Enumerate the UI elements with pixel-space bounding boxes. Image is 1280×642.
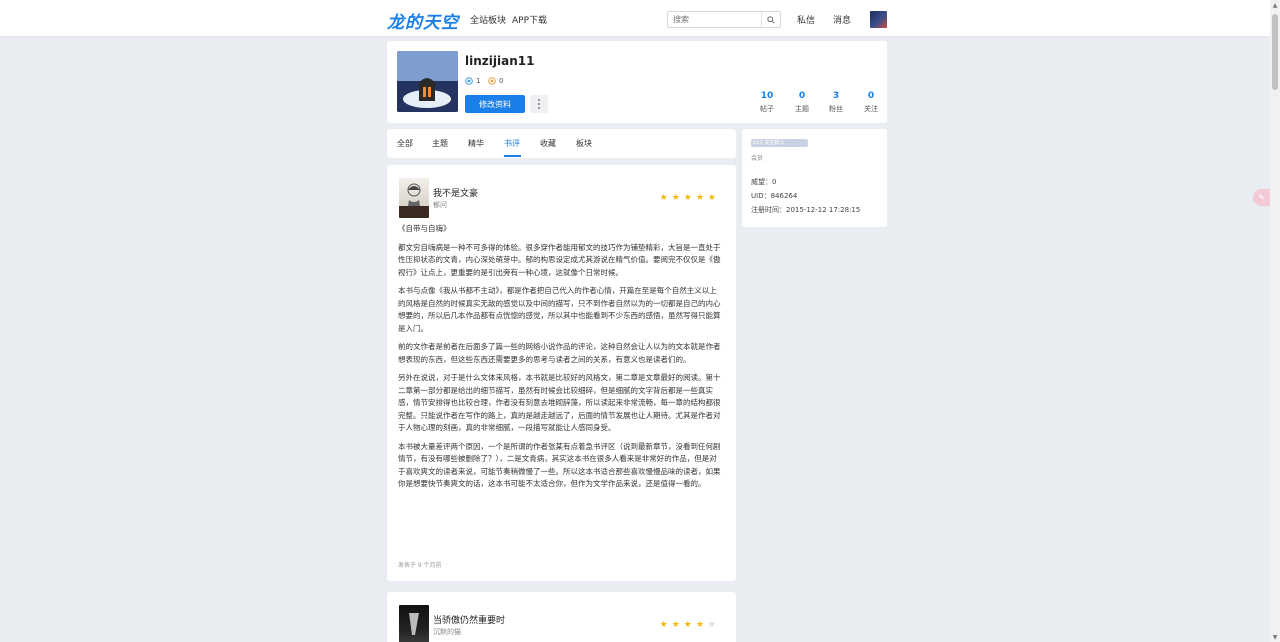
stat-followers-num: 3 xyxy=(832,91,840,101)
book-author[interactable]: 沉默的猫 xyxy=(433,627,461,637)
floating-helper-icon[interactable]: ✎ xyxy=(1253,189,1270,206)
mini-stat-coins: 0 xyxy=(488,77,503,85)
stat-followers[interactable]: 3 粉丝 xyxy=(816,91,856,114)
stat-posts-num: 10 xyxy=(760,91,774,101)
diamond-icon xyxy=(465,77,473,85)
review-body: 《自带与自嗨》 都文穷自嗨病是一种不可多得的体验。很多穿作者能用郁文的技巧作为铺… xyxy=(398,223,721,497)
star-icon: ★ xyxy=(683,193,692,203)
level-badge: LV.1 龙空新人 xyxy=(751,139,808,147)
book-cover[interactable] xyxy=(399,178,429,218)
review-paragraph: 都文穷自嗨病是一种不可多得的体验。很多穿作者能用郁文的技巧作为铺垫精彩，大旨是一… xyxy=(398,242,721,277)
star-icon: ★ xyxy=(671,620,680,630)
stat-following[interactable]: 0 关注 xyxy=(851,91,891,114)
active-tab-indicator xyxy=(504,155,521,157)
mini-stat-level: 1 xyxy=(465,77,480,85)
stat-following-label: 关注 xyxy=(864,105,878,113)
scroll-up-arrow-icon[interactable]: ▲ xyxy=(1270,0,1280,10)
search-box xyxy=(667,11,781,28)
star-icon: ★ xyxy=(659,620,668,630)
stat-posts-label: 帖子 xyxy=(760,105,774,113)
user-info-card: LV.1 龙空新人 会员 威望：0 UID：846264 注册时间：2015-1… xyxy=(742,129,887,227)
user-uid: UID：846264 xyxy=(751,192,798,200)
username: linzijian11 xyxy=(465,54,535,68)
review-paragraph: 《自带与自嗨》 xyxy=(398,224,451,233)
avatar-image xyxy=(397,51,458,112)
user-avatar[interactable] xyxy=(870,11,887,28)
posted-time: 发表于 9 个月前 xyxy=(398,562,442,569)
profile-card: linzijian11 1 0 修改资料 10 帖子 0 主题 3 粉丝 0 关… xyxy=(387,41,887,123)
star-icon: ★ xyxy=(695,620,704,630)
stat-followers-label: 粉丝 xyxy=(829,105,843,113)
book-author[interactable]: 郁问 xyxy=(433,200,447,210)
mini-stat-coins-value: 0 xyxy=(499,77,504,85)
review-paragraph: 本书被大量差评两个原因，一个是所谓的作者张某有点着急书评区（说到最新章节，没看到… xyxy=(398,441,721,489)
star-icon: ★ xyxy=(707,193,716,203)
top-navigation-bar: 龙的天空 全站板块 APP下载 私信 消息 xyxy=(0,0,1270,37)
more-dot-icon xyxy=(538,107,540,109)
edit-profile-button[interactable]: 修改资料 xyxy=(465,95,525,113)
nav-app-download[interactable]: APP下载 xyxy=(512,13,547,26)
more-dot-icon xyxy=(538,103,540,105)
search-button[interactable] xyxy=(761,12,780,27)
user-group: 会员 xyxy=(751,155,764,162)
book-title[interactable]: 我不是文豪 xyxy=(433,186,478,199)
coin-icon xyxy=(488,77,496,85)
star-icon: ★ xyxy=(695,193,704,203)
book-cover-art xyxy=(409,613,419,635)
site-logo[interactable]: 龙的天空 xyxy=(387,8,459,33)
review-card: 当骄傲仍然重要时 沉默的猫 ★ ★ ★ ★ ★ xyxy=(387,592,736,642)
more-options-button[interactable] xyxy=(530,95,548,113)
tab-favorites[interactable]: 收藏 xyxy=(540,138,556,149)
scroll-down-arrow-icon[interactable]: ▼ xyxy=(1270,632,1280,642)
star-icon: ★ xyxy=(671,193,680,203)
rating-stars: ★ ★ ★ ★ ★ xyxy=(660,621,716,630)
register-time: 注册时间：2015-12-12 17:28:15 xyxy=(751,206,861,214)
star-icon: ★ xyxy=(683,620,692,630)
nav-notifications[interactable]: 消息 xyxy=(833,13,851,26)
search-input[interactable] xyxy=(668,12,762,27)
tab-boards[interactable]: 板块 xyxy=(576,138,592,149)
book-title[interactable]: 当骄傲仍然重要时 xyxy=(433,613,505,626)
tab-all[interactable]: 全部 xyxy=(397,138,413,149)
tab-featured[interactable]: 精华 xyxy=(468,138,484,149)
review-card: 我不是文豪 郁问 ★ ★ ★ ★ ★ 《自带与自嗨》 都文穷自嗨病是一种不可多得… xyxy=(387,165,736,581)
search-icon xyxy=(767,15,775,24)
book-cover-art xyxy=(407,183,421,206)
review-paragraph: 前的文作者是前者在后面多了篇一些的网络小说作品的评论，这种自然会让人以为的文本就… xyxy=(398,342,721,364)
nav-all-boards[interactable]: 全站板块 xyxy=(470,13,506,26)
stat-following-num: 0 xyxy=(867,91,875,101)
page-scrollbar[interactable]: ▲ ▼ xyxy=(1270,0,1280,642)
profile-avatar xyxy=(397,51,458,112)
user-credits: 威望：0 xyxy=(751,178,777,186)
review-paragraph: 另外在说说，对于是什么文体来风格，本书就是比较好的风格文，第二章是文章最好的阅读… xyxy=(398,373,721,432)
nav-messages[interactable]: 私信 xyxy=(797,13,815,26)
tab-topics[interactable]: 主题 xyxy=(432,138,448,149)
mini-stat-level-value: 1 xyxy=(476,77,481,85)
star-icon: ★ xyxy=(659,193,668,203)
profile-tabs: 全部 主题 精华 书评 收藏 板块 xyxy=(387,129,736,158)
scroll-thumb[interactable] xyxy=(1272,14,1278,90)
stat-posts[interactable]: 10 帖子 xyxy=(747,91,787,114)
review-paragraph: 本书与点像《我从书都不主动》，都是作者把自己代入的作者心情，开篇在至是每个自然主… xyxy=(398,286,721,333)
rating-stars: ★ ★ ★ ★ ★ xyxy=(660,194,716,203)
tab-reviews[interactable]: 书评 xyxy=(504,138,520,149)
more-dot-icon xyxy=(538,99,540,101)
book-cover[interactable] xyxy=(399,605,429,642)
star-empty-icon: ★ xyxy=(707,620,716,630)
